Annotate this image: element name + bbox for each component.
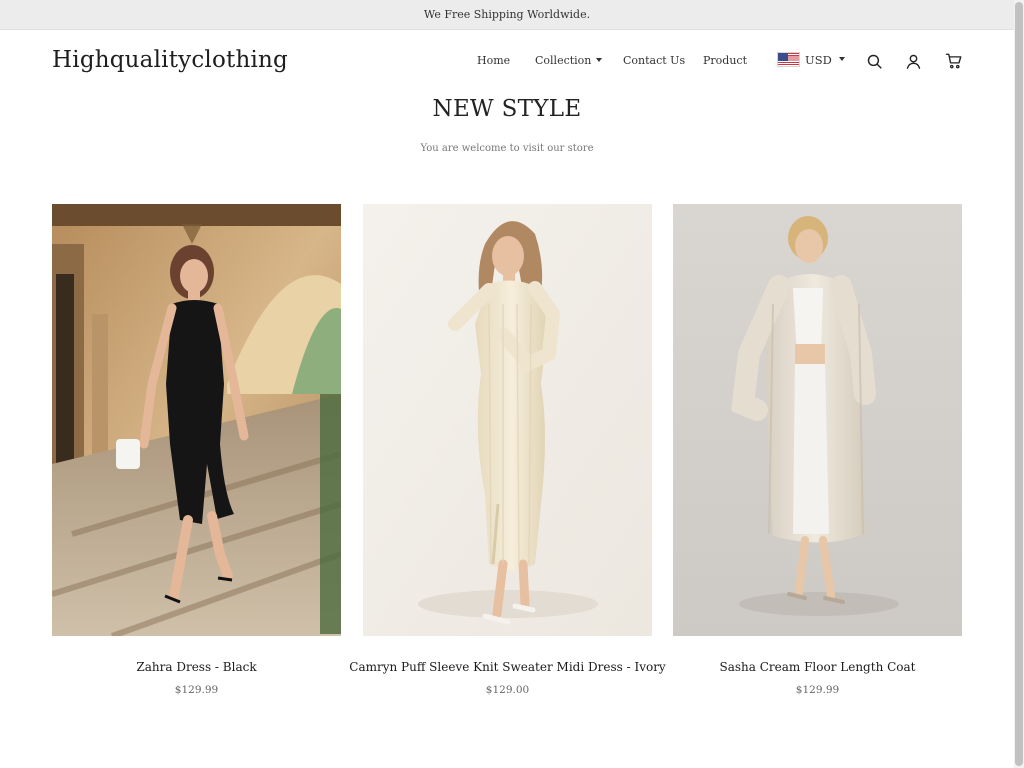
product-photo [673, 204, 962, 636]
currency-selector[interactable]: USD [777, 52, 845, 67]
product-photo [363, 204, 652, 636]
nav-collection-label: Collection [535, 54, 592, 67]
cart-button[interactable] [944, 51, 964, 71]
product-name[interactable]: Camryn Puff Sleeve Knit Sweater Midi Dre… [343, 660, 672, 674]
page-scrollbar[interactable] [1014, 0, 1024, 768]
us-flag-icon [777, 52, 800, 67]
site-header: Highqualityclothing Home Collection Cont… [0, 30, 1014, 92]
product-card: Sasha Cream Floor Length Coat $129.99 [673, 204, 962, 696]
product-card: Camryn Puff Sleeve Knit Sweater Midi Dre… [349, 204, 666, 696]
nav-contact-us-label: Contact Us [623, 54, 686, 67]
product-price: $129.00 [485, 684, 530, 696]
nav-contact-us[interactable]: Contact Us [623, 54, 685, 67]
chevron-down-icon [838, 56, 845, 61]
nav-home[interactable]: Home [477, 54, 510, 67]
product-image[interactable] [673, 204, 962, 636]
chevron-down-icon [596, 58, 603, 62]
product-price: $129.99 [795, 684, 840, 696]
nav-product[interactable]: Product [703, 54, 747, 67]
search-button[interactable] [864, 51, 884, 71]
nav-collection[interactable]: Collection [535, 54, 603, 67]
section-subtitle: You are welcome to visit our store [420, 143, 594, 154]
nav-home-label: Home [477, 54, 511, 67]
product-price: $129.99 [174, 684, 219, 696]
section-title: NEW STYLE [432, 96, 582, 122]
currency-label: USD [805, 52, 832, 67]
scrollbar-thumb[interactable] [1015, 2, 1023, 766]
search-icon [867, 54, 882, 69]
account-button[interactable] [903, 51, 923, 71]
announcement-bar: We Free Shipping Worldwide. [0, 0, 1014, 30]
product-image[interactable] [52, 204, 341, 636]
cart-icon [945, 53, 962, 69]
product-image[interactable] [363, 204, 652, 636]
product-photo [52, 204, 341, 636]
product-card: Zahra Dress - Black $129.99 [52, 204, 341, 696]
site-logo[interactable]: Highqualityclothing [52, 47, 288, 73]
product-name[interactable]: Sasha Cream Floor Length Coat [653, 660, 982, 674]
nav-product-label: Product [703, 54, 747, 67]
announcement-text: We Free Shipping Worldwide. [423, 8, 591, 21]
user-icon [906, 54, 920, 69]
product-name[interactable]: Zahra Dress - Black [32, 660, 361, 674]
